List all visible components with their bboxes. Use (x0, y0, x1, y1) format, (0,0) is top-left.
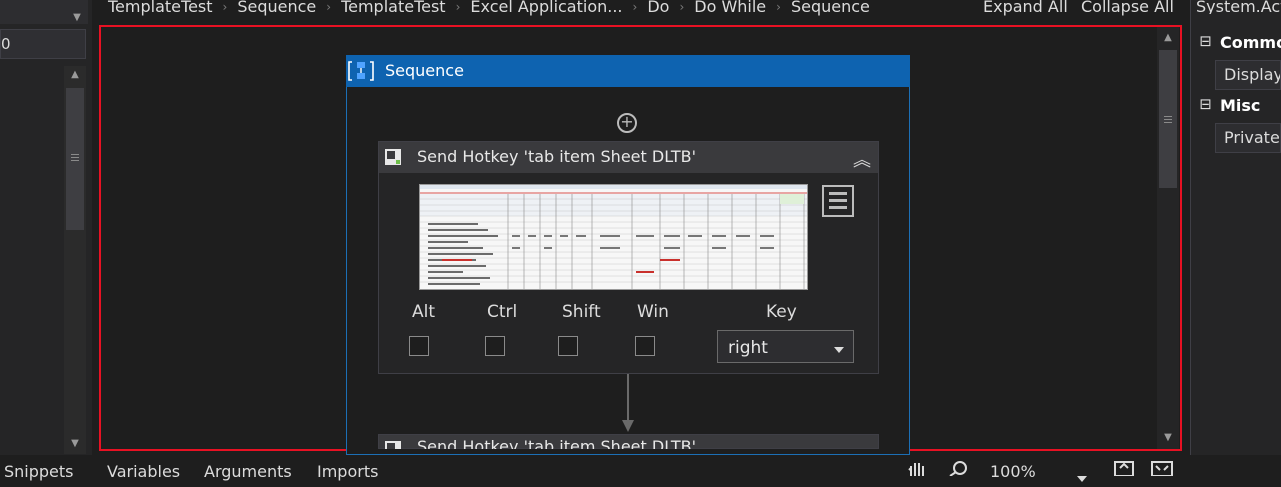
zoom-level[interactable]: 100% (990, 464, 1036, 480)
breadcrumb-separator-icon: › (679, 0, 685, 14)
property-row[interactable]: Private (1215, 123, 1281, 153)
breadcrumb-separator-icon: › (632, 0, 638, 14)
alt-label: Alt (412, 302, 436, 322)
fit-screen-icon[interactable] (1112, 460, 1136, 477)
breadcrumb-separator-icon: › (326, 0, 332, 14)
win-label: Win (637, 302, 669, 322)
breadcrumb-item[interactable]: Do (647, 0, 669, 15)
shift-checkbox[interactable] (558, 336, 578, 356)
tab-arguments[interactable]: Arguments (204, 464, 292, 480)
scroll-up-icon[interactable]: ▲ (64, 67, 86, 83)
scroll-up-icon[interactable]: ▲ (1157, 30, 1179, 46)
activity-title: Send Hotkey 'tab item Sheet DLTB' (417, 147, 697, 166)
search-input[interactable]: 0 (0, 29, 86, 59)
breadcrumb-separator-icon: › (222, 0, 228, 14)
scroll-down-icon[interactable]: ▼ (1157, 430, 1179, 446)
collapse-category-icon[interactable]: ⊟ (1199, 34, 1212, 49)
properties-title: System.Activ (1196, 0, 1281, 14)
sequence-title: Sequence (385, 61, 464, 80)
breadcrumb-item[interactable]: Sequence (237, 0, 316, 15)
target-screenshot-preview[interactable] (419, 184, 808, 290)
scroll-down-icon[interactable]: ▼ (64, 436, 86, 452)
scroll-thumb[interactable] (66, 88, 84, 230)
breadcrumb-item[interactable]: Excel Application... (470, 0, 622, 15)
shift-label: Shift (562, 302, 601, 322)
hand-icon[interactable] (905, 460, 931, 476)
tab-imports[interactable]: Imports (317, 464, 378, 480)
key-label: Key (766, 302, 797, 322)
breadcrumb-item[interactable]: Do While (694, 0, 766, 15)
key-value: right (728, 338, 768, 358)
ctrl-checkbox[interactable] (485, 336, 505, 356)
ctrl-label: Ctrl (487, 302, 518, 322)
dropdown-arrow-icon[interactable]: ▼ (70, 10, 84, 24)
collapse-category-icon[interactable]: ⊟ (1199, 97, 1212, 112)
spreadsheet-thumbnail-icon (420, 185, 807, 289)
options-menu-icon[interactable] (822, 185, 854, 217)
flow-connector-icon (620, 374, 636, 434)
breadcrumb-separator-icon: › (455, 0, 461, 14)
add-activity-icon[interactable]: + (617, 113, 637, 133)
collapse-icon[interactable]: ︽ (853, 146, 871, 172)
breadcrumb-item[interactable]: TemplateTest (341, 0, 446, 15)
expand-all-button[interactable]: Expand All (983, 0, 1068, 15)
keyboard-icon-2 (384, 440, 402, 449)
zoom-search-icon[interactable] (947, 460, 969, 477)
breadcrumb-separator-icon: › (776, 0, 781, 14)
tab-variables[interactable]: Variables (107, 464, 180, 480)
breadcrumb-item[interactable]: Sequence (791, 0, 870, 15)
zoom-dropdown-icon[interactable] (1076, 468, 1088, 482)
overview-icon[interactable] (1150, 460, 1174, 477)
status-bar (0, 455, 1281, 476)
category-misc[interactable]: Misc (1220, 96, 1281, 115)
breadcrumb-item[interactable]: TemplateTest (108, 0, 213, 15)
activity-title-2: Send Hotkey 'tab item Sheet DLTB' (417, 437, 697, 449)
win-checkbox[interactable] (635, 336, 655, 356)
sequence-icon (348, 59, 374, 83)
collapse-all-button[interactable]: Collapse All (1081, 0, 1174, 15)
keyboard-icon (384, 148, 402, 166)
tab-snippets[interactable]: Snippets (4, 464, 74, 480)
alt-checkbox[interactable] (409, 336, 429, 356)
category-common[interactable]: Common (1220, 33, 1281, 52)
chevron-down-icon[interactable] (833, 340, 845, 353)
canvas-scroll-thumb[interactable] (1159, 50, 1177, 188)
property-row[interactable]: DisplayName (1215, 60, 1281, 90)
